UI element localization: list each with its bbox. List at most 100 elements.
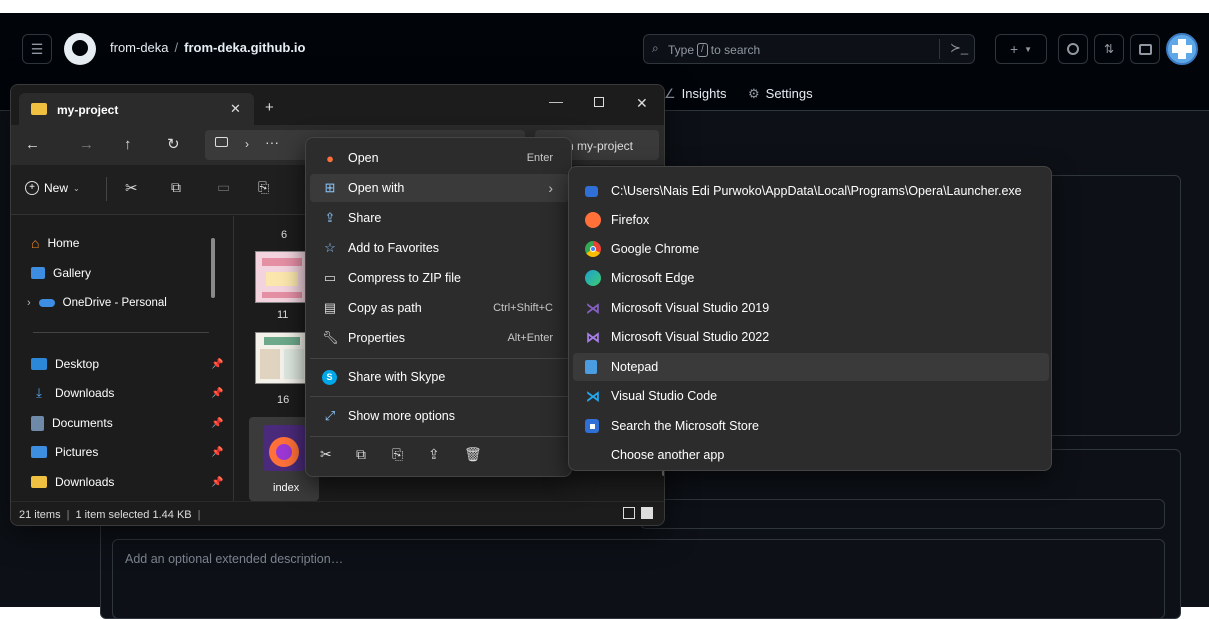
app-visual-studio-2019[interactable]: ⋊ Microsoft Visual Studio 2019 <box>573 294 1049 322</box>
back-icon[interactable]: ← <box>25 136 40 153</box>
nav-scrollbar[interactable] <box>211 238 215 298</box>
refresh-icon[interactable]: ↻ <box>167 135 180 153</box>
menu-item-label: Share with Skype <box>348 370 446 384</box>
pin-icon[interactable]: 📌 <box>211 418 223 429</box>
app-choose-another[interactable]: Choose another app <box>573 441 1049 469</box>
tab-settings[interactable]: ⚙ Settings <box>748 86 813 102</box>
nav-pinned-desktop[interactable]: Desktop 📌 <box>31 351 223 377</box>
expand-chevron-icon[interactable]: › <box>27 297 31 309</box>
app-notepad[interactable]: Notepad <box>573 353 1049 381</box>
commit-summary-input[interactable] <box>640 499 1165 529</box>
search-input[interactable]: ⌕ Type / to search ≻_ <box>643 34 975 64</box>
breadcrumb-overflow-icon[interactable]: ··· <box>265 134 279 150</box>
file-thumbnail-16[interactable] <box>255 332 307 384</box>
pin-icon[interactable]: 📌 <box>211 477 223 488</box>
computer-icon <box>215 137 228 147</box>
menu-item-properties[interactable]: 🔧︎ Properties Alt+Enter <box>310 324 569 352</box>
cut-icon[interactable]: ✂ <box>125 179 138 197</box>
issue-circle-icon <box>1067 43 1079 55</box>
new-button[interactable]: + New ⌄ <box>25 181 80 195</box>
forward-icon[interactable]: → <box>79 136 94 153</box>
repo-name-link[interactable]: from-deka.github.io <box>184 40 305 55</box>
nav-gallery[interactable]: Gallery <box>31 260 91 286</box>
create-new-button[interactable]: + ▼ <box>995 34 1047 64</box>
menu-item-compress-zip[interactable]: ▭ Compress to ZIP file <box>310 264 569 292</box>
commit-description-input[interactable]: Add an optional extended description… <box>112 539 1165 619</box>
app-google-chrome[interactable]: Google Chrome <box>573 235 1049 263</box>
avatar[interactable] <box>1166 33 1198 65</box>
up-icon[interactable]: ↑ <box>124 136 132 153</box>
copy-icon[interactable]: ⧉ <box>171 179 181 196</box>
repo-owner-link[interactable]: from-deka <box>110 40 169 55</box>
menu-item-add-to-favorites[interactable]: ☆ Add to Favorites <box>310 234 569 262</box>
nav-pinned-downloads[interactable]: ⤓ Downloads 📌 <box>31 380 223 406</box>
details-view-icon[interactable] <box>623 507 635 519</box>
file-thumbnail-11[interactable] <box>255 251 307 303</box>
nav-home-label: Home <box>47 236 80 250</box>
app-microsoft-store[interactable]: Search the Microsoft Store <box>573 412 1049 440</box>
close-tab-icon[interactable]: ✕ <box>230 101 241 117</box>
paste-icon[interactable]: ▭ <box>217 179 230 196</box>
github-logo-icon[interactable] <box>64 33 96 65</box>
tab-insights[interactable]: ∠ Insights <box>664 86 726 102</box>
download-arrow-icon: ⤓ <box>36 385 42 400</box>
app-label: C:\Users\Nais Edi Purwoko\AppData\Local\… <box>611 184 1022 198</box>
minimize-icon[interactable]: — <box>549 93 563 109</box>
nav-home[interactable]: ⌂ Home <box>31 230 79 256</box>
path-icon: ▤ <box>323 300 337 315</box>
menu-item-label: Add to Favorites <box>348 241 440 255</box>
menu-item-shortcut: Enter <box>526 152 553 164</box>
rename-icon[interactable]: ⎘ <box>392 446 403 463</box>
inbox-icon <box>1138 43 1152 55</box>
tab-my-project[interactable]: my-project ✕ <box>19 93 254 125</box>
new-button-label: New <box>44 181 69 195</box>
nav-downloads-folder-label: Downloads <box>55 475 115 489</box>
path-separator: / <box>174 40 179 55</box>
pin-icon[interactable]: 📌 <box>211 447 223 458</box>
app-firefox[interactable]: Firefox <box>573 206 1049 234</box>
app-opera-launcher[interactable]: C:\Users\Nais Edi Purwoko\AppData\Local\… <box>573 177 1049 205</box>
menu-item-label: Show more options <box>348 409 456 423</box>
app-visual-studio-code[interactable]: ⋊ Visual Studio Code <box>573 382 1049 410</box>
star-icon: ☆ <box>324 240 336 255</box>
app-visual-studio-2022[interactable]: ⋈ Microsoft Visual Studio 2022 <box>573 323 1049 351</box>
pin-icon[interactable]: 📌 <box>211 359 223 370</box>
more-options-icon: ⤢ <box>324 408 336 423</box>
menu-item-label: Properties <box>348 331 405 345</box>
menu-item-open[interactable]: ● Open Enter <box>310 144 569 172</box>
app-microsoft-edge[interactable]: Microsoft Edge <box>573 264 1049 292</box>
issues-button[interactable] <box>1058 34 1088 64</box>
nav-pinned-documents[interactable]: Documents 📌 <box>31 410 223 436</box>
cut-icon[interactable]: ✂ <box>320 446 332 463</box>
new-tab-icon[interactable]: + <box>265 99 274 116</box>
navigation-pane: ⌂ Home Gallery › OneDrive - Personal Deskt… <box>11 216 231 501</box>
chevron-down-icon: ⌄ <box>73 183 80 193</box>
menu-item-copy-as-path[interactable]: ▤ Copy as path Ctrl+Shift+C <box>310 294 569 322</box>
menu-item-share[interactable]: ⇪ Share <box>310 204 569 232</box>
pull-requests-button[interactable]: ⇅ <box>1094 34 1124 64</box>
menu-item-share-with-skype[interactable]: S Share with Skype <box>310 363 569 391</box>
pane-splitter[interactable] <box>233 216 234 501</box>
firefox-html-file-icon <box>263 425 305 471</box>
nav-onedrive[interactable]: › OneDrive - Personal <box>27 290 167 316</box>
file-label-index: index <box>273 482 300 494</box>
command-palette-icon[interactable]: ≻_ <box>950 40 968 56</box>
copy-icon[interactable]: ⧉ <box>356 446 366 463</box>
menu-item-show-more-options[interactable]: ⤢ Show more options <box>310 402 569 430</box>
share-icon: ⇪ <box>324 210 336 225</box>
firefox-icon: ● <box>326 150 334 166</box>
inbox-button[interactable] <box>1130 34 1160 64</box>
nav-pinned-pictures[interactable]: Pictures 📌 <box>31 439 223 465</box>
delete-icon[interactable]: 🗑︎ <box>464 446 482 463</box>
maximize-icon[interactable] <box>594 97 604 107</box>
rename-icon[interactable]: ⎘ <box>258 179 269 196</box>
tiles-view-icon[interactable] <box>641 507 653 519</box>
app-label: Microsoft Visual Studio 2019 <box>611 301 770 315</box>
app-label: Microsoft Edge <box>611 271 695 285</box>
nav-pinned-downloads-folder[interactable]: Downloads 📌 <box>31 469 223 495</box>
share-icon[interactable]: ⇪ <box>428 446 440 463</box>
menu-item-open-with[interactable]: ⊞ Open with › <box>310 174 569 202</box>
pin-icon[interactable]: 📌 <box>211 388 223 399</box>
close-window-icon[interactable]: ✕ <box>636 95 648 112</box>
menu-button[interactable]: ☰ <box>22 34 52 64</box>
